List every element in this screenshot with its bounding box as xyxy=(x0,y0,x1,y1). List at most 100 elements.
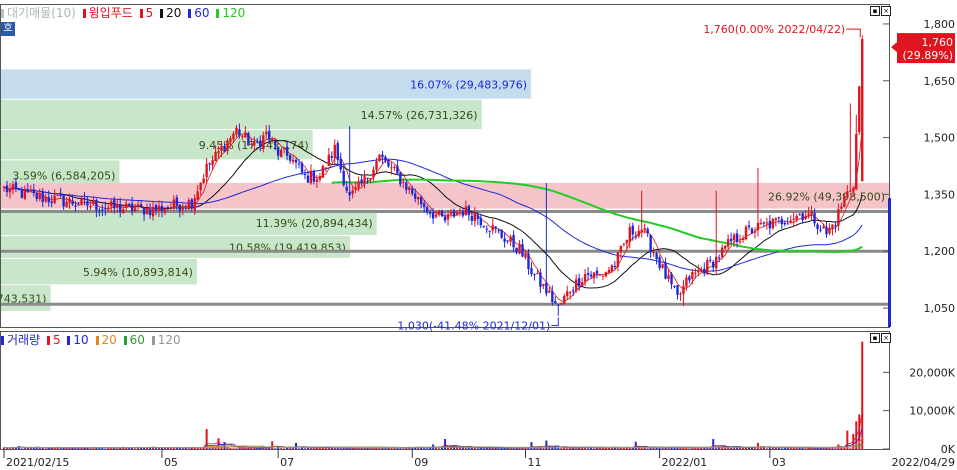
x-tick-label: 03 xyxy=(772,456,786,469)
price-legend: 대기매물(10) 윙입푸드 5 20 60 120 xyxy=(1,6,252,21)
close-icon[interactable]: × xyxy=(881,333,891,343)
y-tick-label: 1,050 xyxy=(924,302,956,315)
candle-body xyxy=(497,230,500,232)
legend-vol-ma60[interactable]: 60 xyxy=(130,333,145,347)
legend-vol-ma120[interactable]: 120 xyxy=(158,333,181,347)
candle-body xyxy=(506,240,509,242)
candle-body xyxy=(703,268,706,274)
candle-body xyxy=(142,208,146,215)
candle-body xyxy=(345,186,348,191)
candle-body xyxy=(387,160,390,167)
candle-body xyxy=(494,226,497,229)
candle-body xyxy=(759,222,763,225)
candle-body xyxy=(384,156,387,161)
volume-legend: 거래량 5 10 20 60 120 xyxy=(1,333,187,348)
current-price-change: (29.89%) xyxy=(902,49,953,62)
candle-body xyxy=(417,196,420,200)
candle-body xyxy=(464,206,468,216)
candle-body xyxy=(491,225,494,231)
candle-body xyxy=(503,238,506,242)
volume-bar xyxy=(104,448,107,449)
legend-ma120[interactable]: 120 xyxy=(222,6,245,20)
legend-ma5[interactable]: 5 xyxy=(146,6,154,20)
volume-bar xyxy=(271,441,274,449)
candle-body xyxy=(598,274,602,276)
candle-body xyxy=(208,163,211,165)
candle-body xyxy=(738,241,742,243)
legend-item-stock[interactable]: 윙입푸드 xyxy=(89,6,133,20)
candle-body xyxy=(2,186,6,188)
legend-vol-ma5[interactable]: 5 xyxy=(53,333,61,347)
candle-body xyxy=(595,270,599,274)
legend-item-supply[interactable]: 대기매물(10) xyxy=(7,6,76,20)
candle-body xyxy=(402,181,405,183)
candle-body xyxy=(273,140,277,146)
candle-body xyxy=(577,278,581,287)
candle-body xyxy=(646,228,649,234)
candle-body xyxy=(488,230,491,232)
candle-body xyxy=(50,201,53,204)
legend-vol-ma20[interactable]: 20 xyxy=(102,333,117,347)
candle-body xyxy=(819,229,822,231)
candle-body xyxy=(560,302,563,305)
legend-volume[interactable]: 거래량 xyxy=(7,333,40,347)
square-icon xyxy=(1,9,4,18)
candle-body xyxy=(20,189,24,198)
legend-vol-ma10[interactable]: 10 xyxy=(73,333,88,347)
legend-ma20[interactable]: 20 xyxy=(166,6,181,20)
volume-bar xyxy=(658,447,661,449)
candle-body xyxy=(655,253,658,260)
volume-bar xyxy=(765,448,768,449)
candle-body xyxy=(44,197,47,202)
candle-body xyxy=(732,234,736,241)
volume-bar xyxy=(593,448,596,449)
candle-body xyxy=(798,214,801,216)
candle-body xyxy=(89,206,92,208)
candle-body xyxy=(720,247,724,257)
candle-body xyxy=(747,225,751,228)
candle-body xyxy=(11,184,15,191)
candle-body xyxy=(622,243,626,245)
chart-canvas[interactable]: 16.07% (29,483,976)14.57% (26,731,326)9.… xyxy=(0,0,957,470)
candle-body xyxy=(366,177,369,179)
candle-body xyxy=(271,139,274,141)
volume-bar xyxy=(140,447,143,449)
min-price-annotation: 1,030(-41.48% 2021/12/01) xyxy=(397,320,550,333)
side-tag[interactable]: 호 xyxy=(1,22,15,36)
candle-body xyxy=(151,206,155,217)
volume-bar xyxy=(527,448,530,449)
volume-bar xyxy=(530,442,533,449)
volume-bar xyxy=(774,447,777,449)
close-icon[interactable]: × xyxy=(881,6,891,16)
candle-body xyxy=(476,215,480,220)
volume-bar xyxy=(20,448,23,449)
volume-bar xyxy=(23,448,26,449)
candle-body xyxy=(861,39,864,182)
volume-bar xyxy=(154,448,157,449)
volume-bar xyxy=(801,447,804,449)
candle-body xyxy=(65,201,68,208)
candle-body xyxy=(700,269,703,272)
candle-body xyxy=(527,253,530,270)
legend-ma60[interactable]: 60 xyxy=(194,6,209,20)
volume-bar xyxy=(861,341,864,449)
y-tick-label: 1,650 xyxy=(924,75,956,88)
volume-bar xyxy=(596,448,599,449)
candle-body xyxy=(437,210,441,215)
maximize-icon[interactable]: ▪ xyxy=(870,333,880,343)
volume-bar xyxy=(187,448,190,449)
candle-body xyxy=(104,208,107,210)
candle-body xyxy=(330,156,333,158)
candle-body xyxy=(661,264,664,268)
volume-bar xyxy=(62,447,65,449)
candle-body xyxy=(601,275,605,277)
maximize-icon[interactable]: ▪ xyxy=(870,6,880,16)
candle-body xyxy=(238,129,241,136)
volume-bar xyxy=(759,447,762,449)
candle-body xyxy=(369,178,372,180)
candle-body xyxy=(771,219,775,229)
candle-body xyxy=(536,273,539,275)
volume-bar xyxy=(280,448,283,449)
square-icon xyxy=(82,9,86,18)
candle-body xyxy=(241,135,244,137)
